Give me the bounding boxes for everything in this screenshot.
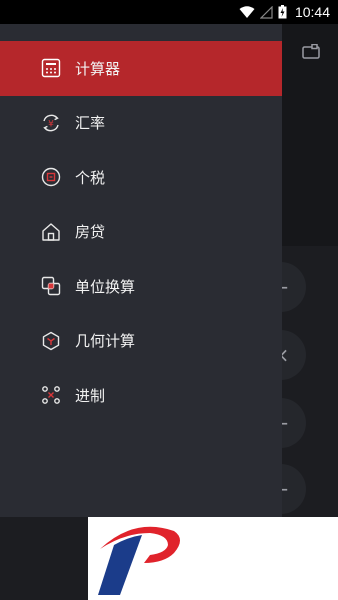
house-icon [41, 222, 61, 242]
drawer-item-exchange-rate[interactable]: ¥ 汇率 [0, 96, 282, 151]
drawer-item-label: 个税 [75, 168, 106, 187]
unit-convert-icon [41, 276, 61, 296]
drawer-item-label: 计算器 [75, 59, 121, 78]
wifi-icon [239, 5, 255, 19]
drawer-item-label: 单位换算 [75, 277, 136, 296]
geometry-icon [41, 331, 61, 351]
svg-text:¥: ¥ [48, 119, 54, 129]
drawer-item-calculator[interactable]: 计算器 [0, 41, 282, 96]
drawer-item-label: 进制 [75, 386, 106, 405]
status-bar: 10:44 [0, 0, 338, 24]
drawer-item-unit-conversion[interactable]: 单位换算 [0, 259, 282, 314]
drawer-item-label: 房贷 [75, 223, 106, 242]
battery-icon [278, 5, 287, 19]
exchange-rate-icon: ¥ [41, 113, 61, 133]
signal-icon [259, 5, 273, 19]
drawer-item-tax[interactable]: 个税 [0, 150, 282, 205]
drawer-menu: 计算器 ¥ 汇率 个税 房贷 单位换算 几何计算 进制 [0, 41, 282, 423]
drawer-item-label: 几何计算 [75, 332, 136, 351]
calculator-icon [41, 58, 61, 78]
drawer-item-number-base[interactable]: 进制 [0, 368, 282, 423]
logo-band [88, 517, 338, 600]
tax-icon [41, 167, 61, 187]
history-icon[interactable] [302, 43, 320, 64]
status-time: 10:44 [294, 4, 330, 20]
navigation-drawer: 计算器 ¥ 汇率 个税 房贷 单位换算 几何计算 进制 [0, 24, 282, 517]
drawer-item-label: 汇率 [75, 114, 106, 133]
base-convert-icon [41, 385, 61, 405]
drawer-item-mortgage[interactable]: 房贷 [0, 205, 282, 260]
drawer-item-geometry[interactable]: 几何计算 [0, 314, 282, 369]
